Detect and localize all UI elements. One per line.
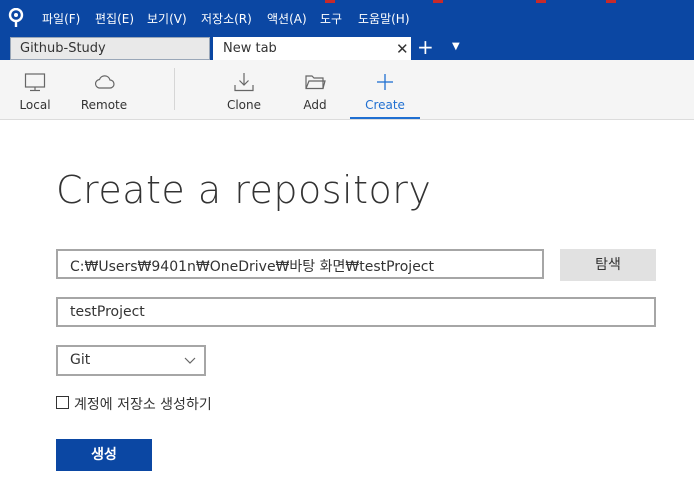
remote-label: Remote	[80, 98, 128, 112]
create-account-repo-checkbox[interactable]	[56, 396, 69, 409]
menu-help[interactable]: 도움말(H)	[358, 10, 410, 27]
create-account-repo-label: 계정에 저장소 생성하기	[74, 397, 212, 413]
add-label: Add	[303, 98, 327, 112]
active-tab-indicator	[350, 117, 420, 119]
tab-new-tab[interactable]: New tab ✕	[213, 37, 411, 60]
tab-strip: Github-Study New tab ✕ + ▼	[0, 36, 694, 60]
repository-name-input[interactable]: testProject	[56, 297, 656, 327]
menu-edit[interactable]: 편집(E)	[95, 10, 134, 27]
remote-button[interactable]: Remote	[72, 60, 136, 120]
create-label: Create	[365, 98, 405, 112]
menu-file[interactable]: 파일(F)	[42, 10, 80, 27]
create-button[interactable]: 생성	[56, 439, 152, 471]
menu-view[interactable]: 보기(V)	[147, 10, 187, 27]
chevron-down-icon[interactable]: ▼	[452, 41, 460, 52]
local-label: Local	[19, 98, 51, 112]
tab-label: New tab	[223, 41, 277, 56]
repository-type-select[interactable]: Git	[56, 345, 206, 376]
toolbar-divider	[174, 68, 175, 110]
tab-github-study[interactable]: Github-Study	[10, 37, 210, 60]
add-button[interactable]: Add	[285, 60, 345, 120]
download-icon	[234, 73, 254, 92]
menu-actions[interactable]: 액션(A)	[267, 10, 307, 27]
plus-icon	[377, 74, 393, 90]
add-tab-icon[interactable]: +	[417, 36, 434, 58]
menu-repository[interactable]: 저장소(R)	[201, 10, 252, 27]
sourcetree-logo-icon[interactable]	[7, 8, 25, 28]
repository-type-value: Git	[70, 352, 91, 368]
clone-button[interactable]: Clone	[214, 60, 274, 120]
title-bar-edge	[0, 0, 694, 3]
destination-path-input[interactable]: C:₩Users₩9401n₩OneDrive₩바탕 화면₩testProjec…	[56, 249, 544, 279]
local-button[interactable]: Local	[5, 60, 65, 120]
folder-icon	[305, 75, 326, 90]
tab-label: Github-Study	[20, 41, 106, 56]
chevron-down-icon	[184, 357, 196, 364]
browse-button[interactable]: 탐색	[560, 249, 656, 281]
close-icon[interactable]: ✕	[396, 40, 409, 58]
clone-label: Clone	[226, 98, 262, 112]
toolbar: Local Remote Clone Add Create	[0, 60, 694, 120]
menu-bar: 파일(F) 편집(E) 보기(V) 저장소(R) 액션(A) 도구 도움말(H)	[0, 0, 694, 36]
page-title: Create a repository	[56, 168, 432, 212]
create-tab-button[interactable]: Create	[350, 60, 420, 120]
cloud-icon	[94, 75, 115, 89]
menu-tools[interactable]: 도구	[320, 10, 342, 27]
monitor-icon	[24, 73, 46, 92]
